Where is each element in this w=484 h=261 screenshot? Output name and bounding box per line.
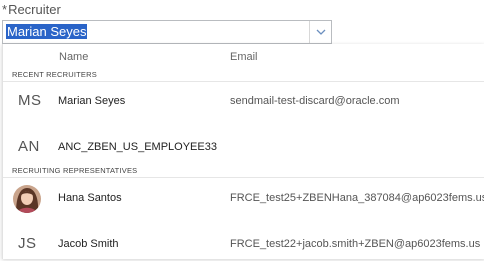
- group-header-recruiting-representatives: RECRUITING REPRESENTATIVES: [12, 166, 138, 175]
- chevron-down-icon: [316, 29, 325, 35]
- group-header-recent-recruiters: RECENT RECRUITERS: [12, 70, 97, 79]
- recruiter-input-selected-text: Marian Seyes: [6, 24, 88, 39]
- avatar-initials: AN: [18, 138, 40, 155]
- recruiter-name: Hana Santos: [58, 192, 122, 204]
- recruiter-name: ANC_ZBEN_US_EMPLOYEE33: [58, 141, 217, 153]
- avatar-initials: JS: [18, 235, 37, 252]
- avatar: [13, 185, 41, 213]
- avatar-initials: MS: [18, 92, 42, 109]
- column-header-email: Email: [230, 51, 258, 63]
- person-photo-icon: [13, 185, 41, 213]
- list-item[interactable]: JS Jacob Smith FRCE_test22+jacob.smith+Z…: [3, 227, 484, 261]
- list-item[interactable]: AN ANC_ZBEN_US_EMPLOYEE33: [3, 130, 484, 164]
- recruiter-combobox[interactable]: Marian Seyes: [2, 20, 332, 44]
- recruiter-input[interactable]: Marian Seyes: [6, 24, 88, 40]
- recruiter-email: FRCE_test22+jacob.smith+ZBEN@ap6023fems.…: [230, 238, 481, 250]
- recruiter-email: FRCE_test25+ZBENHana_387084@ap6023fems.u…: [230, 192, 484, 204]
- required-indicator: *: [2, 2, 8, 17]
- list-item[interactable]: Hana Santos FRCE_test25+ZBENHana_387084@…: [3, 181, 484, 215]
- recruiter-label: *Recruiter: [2, 2, 61, 17]
- recruiter-name: Marian Seyes: [58, 95, 126, 107]
- recruiter-email: sendmail-test-discard@oracle.com: [230, 95, 400, 107]
- divider: [3, 177, 484, 178]
- recruiter-name: Jacob Smith: [58, 238, 119, 250]
- column-header-name: Name: [59, 51, 89, 63]
- recruiter-label-text: Recruiter: [8, 2, 61, 17]
- dropdown-toggle-button[interactable]: [309, 21, 331, 43]
- divider: [3, 81, 484, 82]
- recruiter-dropdown-list: Name Email RECENT RECRUITERS MS Marian S…: [2, 44, 484, 259]
- list-item[interactable]: MS Marian Seyes sendmail-test-discard@or…: [3, 84, 484, 118]
